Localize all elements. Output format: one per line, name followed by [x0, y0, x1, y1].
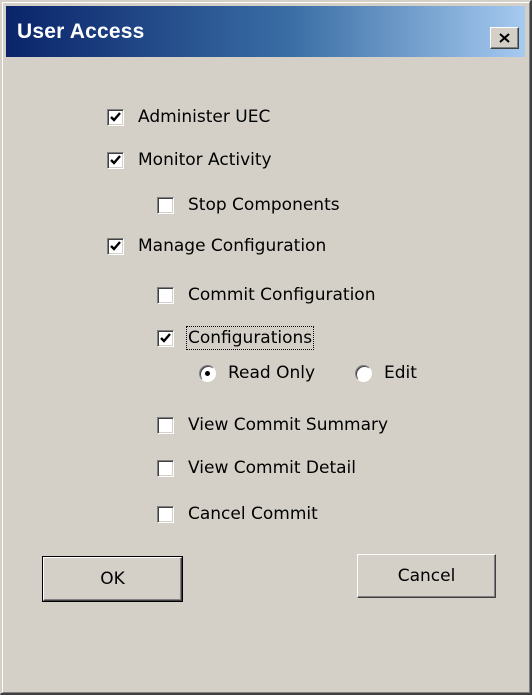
label-view-commit-detail: View Commit Detail: [188, 458, 357, 478]
checkbox-administer-uec[interactable]: [107, 108, 124, 126]
radio-dot-icon: [205, 370, 210, 376]
option-read-only[interactable]: Read Only: [199, 359, 315, 387]
label-view-commit-summary: View Commit Summary: [188, 415, 389, 435]
checkbox-view-commit-summary[interactable]: [157, 416, 174, 434]
option-view-commit-detail[interactable]: View Commit Detail: [157, 454, 356, 482]
label-administer-uec: Administer UEC: [138, 107, 271, 127]
option-view-commit-summary[interactable]: View Commit Summary: [157, 411, 388, 439]
user-access-dialog: User Access Administer UEC Monitor Activ…: [0, 0, 532, 695]
option-edit[interactable]: Edit: [355, 359, 417, 387]
checkbox-configurations[interactable]: [157, 329, 174, 347]
close-icon: [499, 33, 510, 43]
checkmark-icon: [110, 154, 121, 165]
label-cancel-commit: Cancel Commit: [188, 504, 318, 524]
label-stop-components: Stop Components: [188, 195, 340, 215]
label-monitor-activity: Monitor Activity: [138, 150, 272, 170]
option-administer-uec[interactable]: Administer UEC: [107, 103, 270, 131]
window-title: User Access: [17, 20, 145, 43]
label-commit-configuration: Commit Configuration: [188, 285, 376, 305]
checkbox-manage-configuration[interactable]: [107, 237, 124, 255]
option-configurations[interactable]: Configurations: [157, 324, 315, 352]
option-commit-configuration[interactable]: Commit Configuration: [157, 281, 375, 309]
option-manage-configuration[interactable]: Manage Configuration: [107, 232, 326, 260]
checkbox-commit-configuration[interactable]: [157, 286, 174, 304]
ok-button[interactable]: OK: [42, 556, 183, 602]
title-bar[interactable]: User Access: [6, 6, 525, 57]
label-read-only: Read Only: [228, 363, 316, 383]
checkbox-stop-components[interactable]: [157, 196, 174, 214]
label-manage-configuration: Manage Configuration: [138, 236, 327, 256]
checkmark-icon: [110, 111, 121, 122]
label-configurations: Configurations: [185, 326, 315, 350]
checkmark-icon: [160, 332, 171, 343]
checkbox-cancel-commit[interactable]: [157, 505, 174, 523]
option-monitor-activity[interactable]: Monitor Activity: [107, 146, 272, 174]
close-button[interactable]: [490, 27, 519, 49]
checkbox-view-commit-detail[interactable]: [157, 459, 174, 477]
option-cancel-commit[interactable]: Cancel Commit: [157, 500, 318, 528]
radio-edit[interactable]: [355, 364, 372, 382]
radio-read-only[interactable]: [199, 364, 216, 382]
checkmark-icon: [110, 240, 121, 251]
cancel-button[interactable]: Cancel: [357, 554, 496, 598]
label-edit: Edit: [384, 363, 417, 383]
checkbox-monitor-activity[interactable]: [107, 151, 124, 169]
option-stop-components[interactable]: Stop Components: [157, 191, 340, 219]
